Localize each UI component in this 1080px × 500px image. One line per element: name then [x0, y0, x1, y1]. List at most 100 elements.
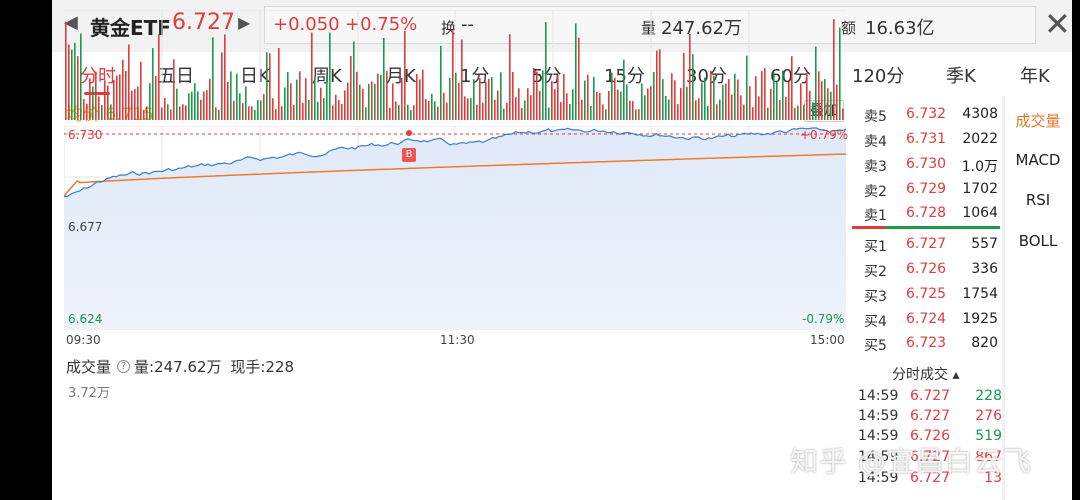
volume-bar: [479, 78, 481, 120]
volume-bar: [233, 100, 235, 120]
volume-bar: [89, 78, 91, 120]
volume-bar: [353, 41, 355, 120]
volume-bar: [386, 70, 388, 120]
volume-bar: [572, 89, 574, 120]
bid-qty: 336: [971, 261, 998, 277]
volume-bar: [473, 79, 475, 120]
volume-bar: [653, 71, 655, 120]
volume-bar: [497, 90, 499, 120]
volume-bar: [347, 82, 349, 120]
volume-bar: [512, 71, 514, 120]
tick-time: 14:59: [858, 388, 899, 404]
volume-bar: [638, 109, 640, 120]
volume-bar: [323, 98, 325, 120]
volume-bar: [668, 99, 670, 120]
volume-bar: [134, 89, 136, 120]
volume-bar: [833, 19, 835, 120]
ask-row-5[interactable]: 卖5 6.732 4308: [864, 106, 1000, 128]
volume-bar: [299, 71, 301, 120]
ask-row-2[interactable]: 卖2 6.729 1702: [864, 181, 1000, 203]
volume-bar: [470, 98, 472, 120]
volume-bar: [275, 109, 277, 120]
volume-bar: [707, 105, 709, 120]
volume-chart[interactable]: [64, 10, 846, 120]
bid-row-2[interactable]: 买2 6.726 336: [864, 261, 1000, 283]
volume-bar: [332, 105, 334, 120]
volume-bar: [278, 47, 280, 120]
volume-bar: [263, 94, 265, 120]
volume-bar: [395, 101, 397, 120]
volume-bar: [773, 72, 775, 120]
close-icon[interactable]: ✕: [1044, 8, 1074, 42]
volume-bar: [815, 46, 817, 120]
volume-bar: [92, 86, 94, 120]
help-icon[interactable]: ?: [117, 360, 131, 373]
volume-bar: [152, 48, 154, 120]
volume-bar: [644, 95, 646, 120]
volume-bar: [74, 42, 76, 120]
volume-bar: [830, 91, 832, 120]
volume-bar: [167, 104, 169, 120]
bid-row-1[interactable]: 买1 6.727 557: [864, 236, 1000, 258]
volume-bar: [305, 78, 307, 120]
buy-marker[interactable]: B: [402, 148, 416, 162]
ask-label: 卖2: [864, 184, 887, 200]
tab-quarterly-k[interactable]: 季K: [946, 62, 976, 88]
bid-price: 6.725: [906, 286, 947, 302]
volume-bar: [404, 30, 406, 120]
ask-label: 卖5: [864, 109, 887, 125]
ask-label: 卖1: [864, 208, 887, 224]
volume-bar: [494, 99, 496, 120]
ask-row-4[interactable]: 卖4 6.731 2022: [864, 131, 1000, 153]
volume-max-label: 3.72万: [68, 386, 110, 401]
volume-bar: [635, 109, 637, 120]
volume-bar: [674, 80, 676, 120]
volume-bar: [200, 99, 202, 120]
volume-bar: [677, 104, 679, 120]
volume-bar: [500, 72, 502, 120]
volume-bar: [518, 88, 520, 120]
volume-bar: [83, 98, 85, 120]
volume-bar: [725, 83, 727, 120]
ask-row-3[interactable]: 卖3 6.730 1.0万: [864, 156, 1000, 178]
volume-bar: [476, 104, 478, 120]
bid-row-5[interactable]: 买5 6.723 820: [864, 335, 1000, 357]
indicator-boll[interactable]: BOLL: [1004, 232, 1072, 250]
volume-bar: [413, 105, 415, 120]
bid-row-4[interactable]: 买4 6.724 1925: [864, 311, 1000, 333]
volume-bar: [266, 52, 268, 120]
volume-bar: [728, 79, 730, 120]
ask-qty: 1702: [962, 181, 998, 197]
x-axis-start: 09:30: [66, 333, 101, 347]
watermark: 知乎 @宜昌白云飞: [790, 445, 1032, 478]
indicator-macd[interactable]: MACD: [1004, 151, 1072, 169]
tab-120min[interactable]: 120分: [852, 62, 904, 88]
tab-yearly-k[interactable]: 年K: [1020, 62, 1050, 88]
volume-bar: [752, 107, 754, 120]
volume-bar: [158, 34, 160, 120]
volume-bar: [317, 101, 319, 120]
book-separator: [852, 226, 1002, 229]
indicator-rsi[interactable]: RSI: [1004, 191, 1072, 209]
indicator-volume[interactable]: 成交量: [1004, 110, 1072, 131]
volume-bar: [458, 82, 460, 120]
bid-qty: 1754: [962, 286, 998, 302]
bid-row-3[interactable]: 买3 6.725 1754: [864, 286, 1000, 308]
pct-axis-low: -0.79%: [802, 312, 845, 326]
tick-price: 6.727: [910, 408, 951, 424]
ask-row-1[interactable]: 卖1 6.728 1064: [864, 205, 1000, 227]
volume-bar: [302, 102, 304, 120]
volume-bar: [623, 59, 625, 120]
volume-bar: [155, 76, 157, 120]
volume-bar: [530, 95, 532, 120]
volume-bar: [461, 39, 463, 120]
volume-bar: [491, 77, 493, 120]
volume-bar: [632, 101, 634, 120]
volume-bar: [293, 104, 295, 120]
intraday-price-chart[interactable]: [64, 126, 846, 330]
y-axis-mid: 6.677: [68, 220, 103, 234]
ticks-header[interactable]: 分时成交 ▴: [892, 364, 959, 384]
volume-bar: [224, 34, 226, 120]
volume-bar: [149, 83, 151, 120]
volume-bar: [173, 59, 175, 120]
